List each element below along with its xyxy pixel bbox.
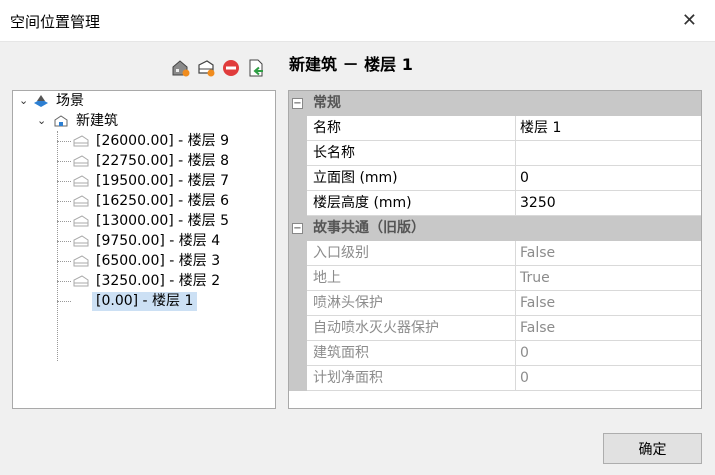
chevron-down-icon[interactable]: ⌄: [37, 115, 47, 126]
tree-item-floor[interactable]: [19500.00] - 楼层 7: [73, 171, 233, 191]
tree-item-label: [6500.00] - 楼层 3: [96, 252, 221, 269]
property-value: False: [516, 241, 701, 266]
property-value: False: [516, 291, 701, 316]
property-name: 建筑面积: [307, 341, 516, 366]
dialog-body: ⌄ 场景 ⌄ 新建筑 [26000.00] - 楼层 9 [22750.00] …: [0, 41, 715, 475]
add-floor-icon[interactable]: [195, 57, 217, 79]
property-value[interactable]: [516, 141, 701, 166]
tree-item-label: [13000.00] - 楼层 5: [96, 212, 230, 229]
tree-item-floor[interactable]: [16250.00] - 楼层 6: [73, 191, 233, 211]
tree-item-label: 场景: [56, 92, 84, 109]
scene-icon: [34, 95, 48, 107]
property-row[interactable]: 入口级别 False: [289, 241, 701, 266]
property-value[interactable]: 0: [516, 166, 701, 191]
property-row[interactable]: 长名称: [289, 141, 701, 166]
property-value[interactable]: 楼层 1: [516, 116, 701, 141]
floor-icon: [73, 155, 89, 167]
tree-item-floor[interactable]: [22750.00] - 楼层 8: [73, 151, 233, 171]
close-icon[interactable]: ✕: [682, 10, 697, 31]
property-value: 0: [516, 341, 701, 366]
tree-item-scene[interactable]: ⌄ 场景: [13, 91, 88, 111]
property-value[interactable]: 3250: [516, 191, 701, 216]
property-grid[interactable]: − 常规 名称 楼层 1 长名称 立面图 (mm) 0 楼层高度 (mm) 32…: [288, 90, 702, 409]
window-title: 空间位置管理: [10, 13, 101, 31]
property-row[interactable]: 名称 楼层 1: [289, 116, 701, 141]
tree-item-floor[interactable]: [3250.00] - 楼层 2: [73, 271, 224, 291]
category-general[interactable]: − 常规: [289, 91, 701, 116]
property-name: 入口级别: [307, 241, 516, 266]
tree-item-label: [19500.00] - 楼层 7: [96, 172, 230, 189]
property-row[interactable]: 立面图 (mm) 0: [289, 166, 701, 191]
property-name: 立面图 (mm): [307, 166, 516, 191]
property-row[interactable]: 计划净面积 0: [289, 366, 701, 391]
delete-icon[interactable]: [220, 57, 242, 79]
tree-item-floor[interactable]: [13000.00] - 楼层 5: [73, 211, 233, 231]
property-value: 0: [516, 366, 701, 391]
tree-item-label: [0.00] - 楼层 1: [92, 291, 198, 311]
property-name: 楼层高度 (mm): [307, 191, 516, 216]
category-title: 故事共通（旧版）: [313, 220, 425, 236]
property-name: 名称: [307, 116, 516, 141]
tree-item-floor[interactable]: [26000.00] - 楼层 9: [73, 131, 233, 151]
tree-item-label: [26000.00] - 楼层 9: [96, 132, 230, 149]
ok-button[interactable]: 确定: [603, 433, 702, 464]
property-row[interactable]: 楼层高度 (mm) 3250: [289, 191, 701, 216]
collapse-icon[interactable]: −: [292, 98, 303, 109]
tree-item-building[interactable]: ⌄ 新建筑: [35, 111, 122, 131]
floor-icon: [73, 215, 89, 227]
tree-item-floor[interactable]: [9750.00] - 楼层 4: [73, 231, 224, 251]
property-name: 自动喷水灭火器保护: [307, 316, 516, 341]
location-tree[interactable]: ⌄ 场景 ⌄ 新建筑 [26000.00] - 楼层 9 [22750.00] …: [12, 90, 276, 409]
chevron-down-icon[interactable]: ⌄: [19, 95, 29, 106]
tree-toolbar: [170, 57, 267, 81]
floor-icon: [73, 235, 89, 247]
floor-icon: [73, 195, 89, 207]
property-name: 地上: [307, 266, 516, 291]
property-row[interactable]: 建筑面积 0: [289, 341, 701, 366]
property-row[interactable]: 喷淋头保护 False: [289, 291, 701, 316]
tree-item-floor-selected[interactable]: [0.00] - 楼层 1: [73, 291, 198, 311]
property-heading: 新建筑 － 楼层 1: [289, 55, 413, 74]
export-icon[interactable]: [245, 57, 267, 79]
category-legacy[interactable]: − 故事共通（旧版）: [289, 216, 701, 241]
tree-item-floor[interactable]: [6500.00] - 楼层 3: [73, 251, 224, 271]
floor-icon: [73, 275, 89, 287]
tree-item-label: [22750.00] - 楼层 8: [96, 152, 230, 169]
property-value: False: [516, 316, 701, 341]
tree-item-label: 新建筑: [76, 112, 118, 129]
title-bar: 空间位置管理 ✕: [0, 0, 715, 41]
building-icon: [54, 115, 68, 127]
property-row[interactable]: 地上 True: [289, 266, 701, 291]
property-name: 计划净面积: [307, 366, 516, 391]
collapse-icon[interactable]: −: [292, 223, 303, 234]
floor-icon: [73, 255, 89, 267]
category-title: 常规: [313, 95, 341, 111]
property-value: True: [516, 266, 701, 291]
tree-item-label: [16250.00] - 楼层 6: [96, 192, 230, 209]
property-name: 长名称: [307, 141, 516, 166]
tree-item-label: [9750.00] - 楼层 4: [96, 232, 221, 249]
floor-icon: [73, 175, 89, 187]
tree-item-label: [3250.00] - 楼层 2: [96, 272, 221, 289]
floor-icon: [73, 135, 89, 147]
property-row[interactable]: 自动喷水灭火器保护 False: [289, 316, 701, 341]
property-name: 喷淋头保护: [307, 291, 516, 316]
add-building-icon[interactable]: [170, 57, 192, 79]
